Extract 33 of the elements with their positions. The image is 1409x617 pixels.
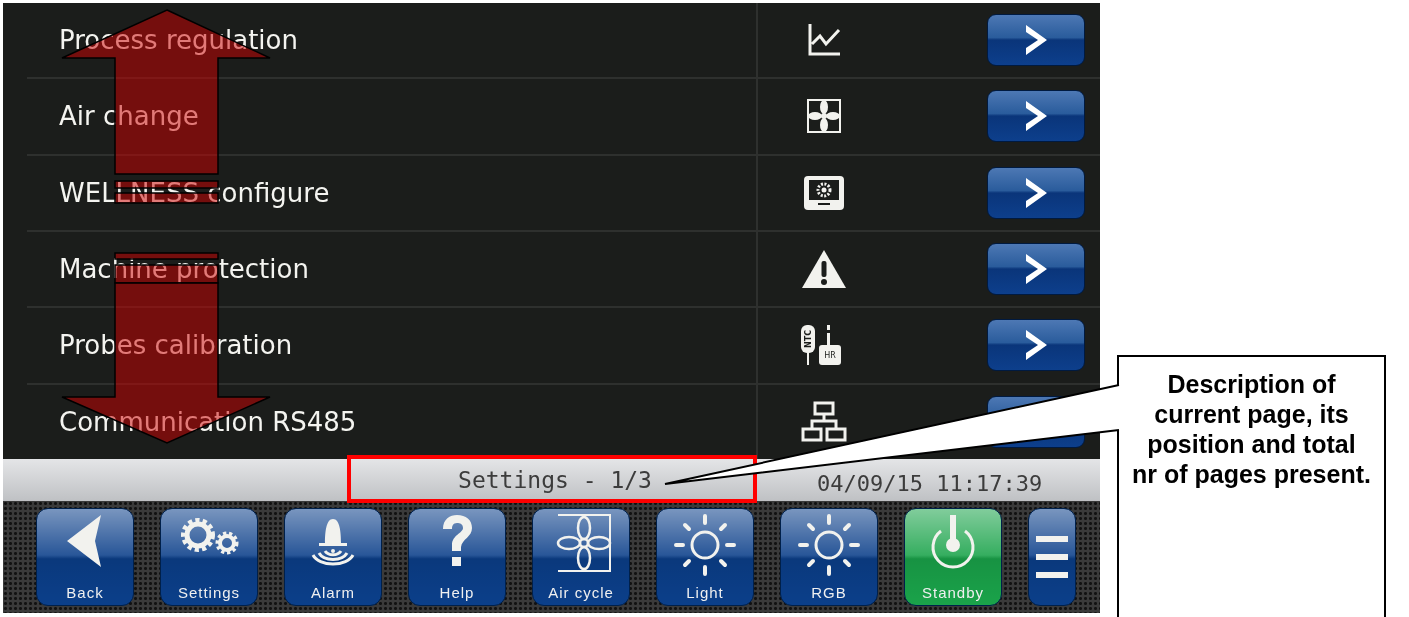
date-time: 04/09/15 11:17:39: [817, 469, 1043, 496]
sun-icon: [797, 513, 861, 577]
open-button[interactable]: [987, 14, 1085, 67]
menu-item-label: Air change: [27, 79, 758, 154]
chevron-right-icon: [1023, 175, 1049, 210]
menu-item-label: Machine protection: [27, 232, 758, 307]
warning-icon: [800, 248, 848, 291]
toolbar-button[interactable]: Light: [656, 508, 754, 606]
fan-icon: [806, 98, 842, 135]
open-button[interactable]: [987, 90, 1085, 143]
toolbar-button[interactable]: Back: [36, 508, 134, 606]
toolbar-button[interactable]: Settings: [160, 508, 258, 606]
chevron-right-icon: [1023, 328, 1049, 363]
chevron-right-icon: [1023, 99, 1049, 134]
toolbar-button[interactable]: Air cycle: [532, 508, 630, 606]
toolbar-button[interactable]: RGB: [780, 508, 878, 606]
menu-item-label: Probes calibration: [27, 308, 758, 383]
sun-icon: [673, 513, 737, 577]
callout-text: Description of current page, its position and total nr of pages present.: [1131, 369, 1372, 489]
line-chart-icon: [806, 22, 842, 59]
chevron-right-icon: [1023, 252, 1049, 287]
menu-icon: [1034, 534, 1070, 580]
chevron-right-icon: [1023, 23, 1049, 58]
toolbar-button[interactable]: Alarm: [284, 508, 382, 606]
open-button[interactable]: [987, 243, 1085, 296]
open-button[interactable]: [987, 166, 1085, 219]
menu-item-label: WELLNESS configure: [27, 155, 758, 230]
toolbar-button[interactable]: Help: [408, 508, 506, 606]
toolbar-button[interactable]: [1028, 508, 1076, 606]
monitor-gear-icon: [802, 173, 846, 212]
network-icon: [801, 400, 847, 443]
page-title: Settings - 1/3: [458, 467, 652, 493]
open-button[interactable]: [987, 319, 1085, 372]
